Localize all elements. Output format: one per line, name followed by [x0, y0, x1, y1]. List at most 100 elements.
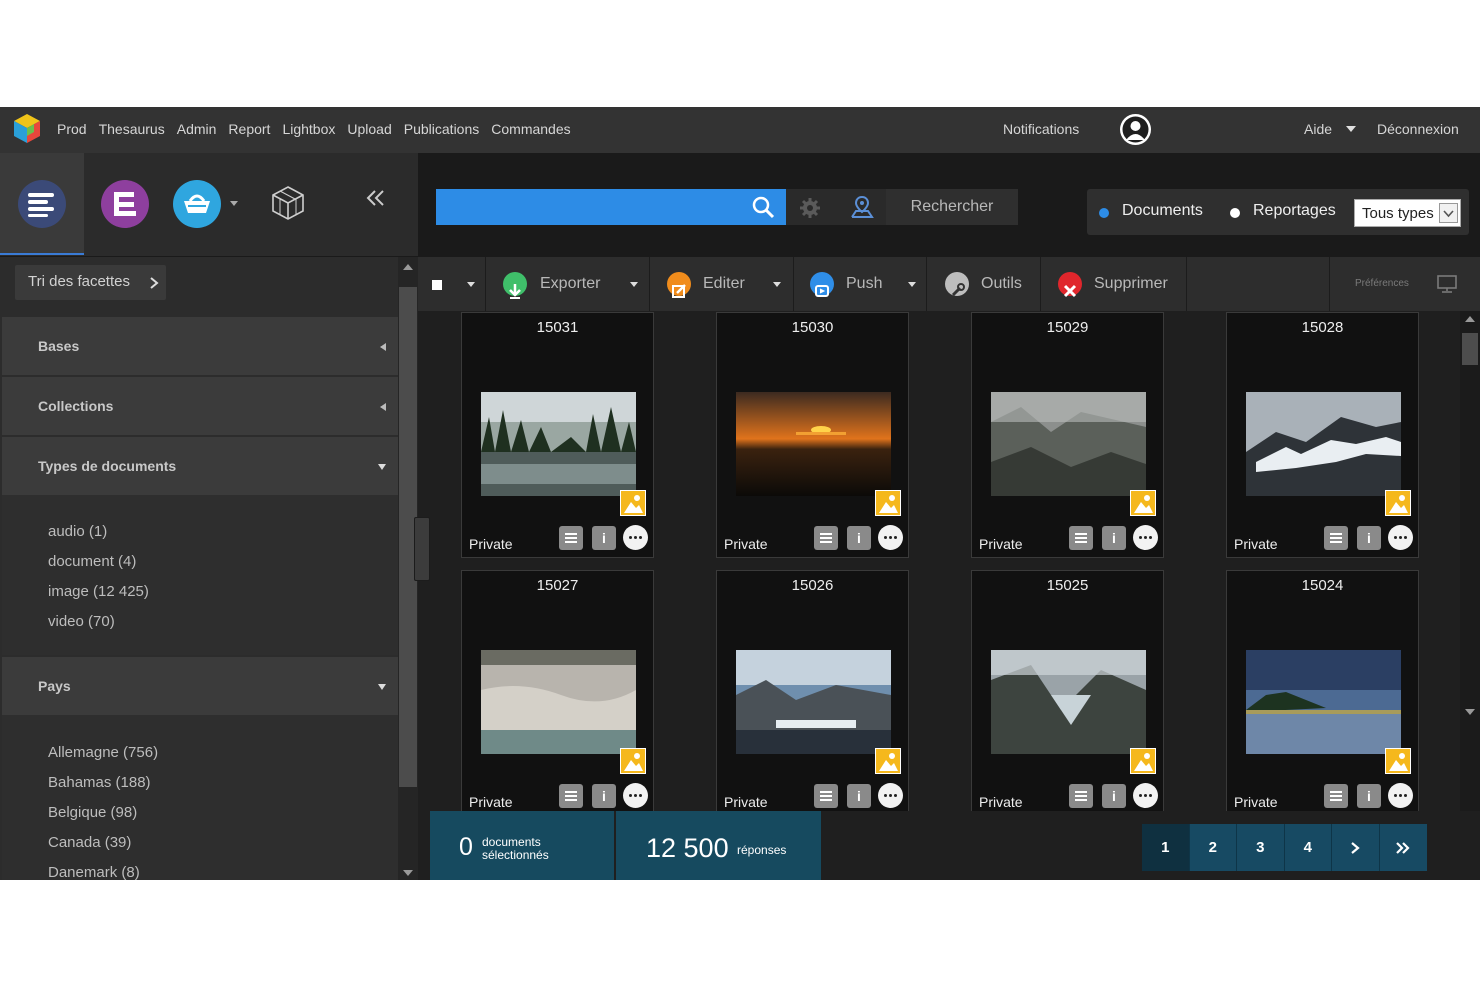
more-icon[interactable] [1388, 783, 1413, 808]
scroll-up-icon[interactable] [403, 264, 413, 270]
info-icon[interactable]: i [1102, 526, 1126, 550]
more-icon[interactable] [623, 783, 648, 808]
search-icon[interactable] [751, 195, 775, 219]
more-icon[interactable] [1388, 525, 1413, 550]
export-button[interactable]: Exporter [501, 257, 649, 311]
tab-tree[interactable] [101, 180, 149, 228]
scroll-up-icon[interactable] [1465, 316, 1475, 322]
tools-button[interactable]: Outils [943, 257, 1040, 311]
chevron-down-icon[interactable] [773, 282, 781, 287]
notifications-link[interactable]: Notifications [1003, 121, 1079, 137]
last-page-button[interactable] [1379, 824, 1427, 871]
nav-upload[interactable]: Upload [347, 121, 391, 137]
help-menu[interactable]: Aide [1304, 121, 1332, 137]
user-avatar[interactable] [1120, 114, 1151, 145]
nav-lightbox[interactable]: Lightbox [282, 121, 335, 137]
facet-value-audio[interactable]: audio (1) [48, 523, 107, 540]
page-2[interactable]: 2 [1189, 824, 1237, 871]
list-icon[interactable] [559, 526, 583, 550]
info-icon[interactable]: i [592, 526, 616, 550]
phraseanet-logo[interactable] [12, 113, 42, 145]
radio-reportages[interactable] [1230, 208, 1240, 218]
facet-bases[interactable]: Bases [2, 317, 398, 375]
logout-link[interactable]: Déconnexion [1377, 121, 1459, 137]
scroll-down-icon[interactable] [1465, 709, 1475, 715]
list-icon[interactable] [559, 784, 583, 808]
record-card[interactable]: 15027 Private i [461, 570, 654, 811]
monitor-icon[interactable] [1437, 275, 1457, 293]
chevron-down-icon[interactable] [908, 282, 916, 287]
list-icon[interactable] [1324, 784, 1348, 808]
radio-documents-label[interactable]: Documents [1122, 202, 1203, 220]
page-1[interactable]: 1 [1142, 824, 1190, 871]
resize-handle[interactable] [414, 517, 430, 581]
list-icon[interactable] [1069, 526, 1093, 550]
facet-collections[interactable]: Collections [2, 377, 398, 435]
chevron-down-icon[interactable] [467, 282, 475, 287]
more-icon[interactable] [623, 525, 648, 550]
chevron-down-icon[interactable] [1439, 203, 1458, 223]
facet-value-canada[interactable]: Canada (39) [48, 834, 131, 851]
radio-documents[interactable] [1099, 208, 1109, 218]
record-card[interactable]: 15029 Private i [971, 312, 1164, 558]
next-page-button[interactable] [1332, 824, 1380, 871]
delete-button[interactable]: Supprimer [1056, 257, 1186, 311]
info-icon[interactable]: i [1102, 784, 1126, 808]
tab-facets[interactable] [18, 180, 66, 228]
page-3[interactable]: 3 [1237, 824, 1285, 871]
nav-commandes[interactable]: Commandes [491, 121, 570, 137]
scroll-down-icon[interactable] [403, 870, 413, 876]
record-card[interactable]: 15028 Private i [1226, 312, 1419, 558]
facet-pays[interactable]: Pays [2, 657, 398, 715]
page-4[interactable]: 4 [1284, 824, 1332, 871]
type-select[interactable]: Tous types [1354, 199, 1461, 227]
chevron-down-icon[interactable] [230, 201, 238, 206]
chevron-down-icon[interactable] [1346, 126, 1356, 132]
results-scrollbar[interactable] [1460, 311, 1480, 811]
facet-value-bahamas[interactable]: Bahamas (188) [48, 774, 151, 791]
record-thumbnail[interactable] [1246, 392, 1401, 496]
scrollbar-thumb[interactable] [1462, 333, 1478, 365]
more-icon[interactable] [1133, 783, 1158, 808]
more-icon[interactable] [878, 783, 903, 808]
nav-thesaurus[interactable]: Thesaurus [99, 121, 165, 137]
push-button[interactable]: Push [808, 257, 926, 311]
info-icon[interactable]: i [847, 526, 871, 550]
record-thumbnail[interactable] [991, 650, 1146, 754]
info-icon[interactable]: i [592, 784, 616, 808]
facet-value-image[interactable]: image (12 425) [48, 583, 149, 600]
record-thumbnail[interactable] [736, 392, 891, 496]
record-card[interactable]: 15030 Private i [716, 312, 909, 558]
record-card[interactable]: 15025 Private i [971, 570, 1164, 811]
facet-value-document[interactable]: document (4) [48, 553, 136, 570]
cube-icon[interactable] [271, 185, 305, 221]
facet-types[interactable]: Types de documents [2, 437, 398, 495]
info-icon[interactable]: i [1357, 526, 1381, 550]
nav-report[interactable]: Report [228, 121, 270, 137]
search-button[interactable]: Rechercher [886, 189, 1018, 225]
facet-value-belgique[interactable]: Belgique (98) [48, 804, 137, 821]
list-icon[interactable] [1324, 526, 1348, 550]
more-icon[interactable] [878, 525, 903, 550]
chevron-down-icon[interactable] [630, 282, 638, 287]
record-card[interactable]: 15024 Private i [1226, 570, 1419, 811]
record-card[interactable]: 15026 Private i [716, 570, 909, 811]
list-icon[interactable] [1069, 784, 1093, 808]
facet-value-allemagne[interactable]: Allemagne (756) [48, 744, 158, 761]
radio-reportages-label[interactable]: Reportages [1253, 202, 1336, 220]
preferences-link[interactable]: Préférences [1355, 257, 1409, 311]
nav-publications[interactable]: Publications [404, 121, 480, 137]
list-icon[interactable] [814, 526, 838, 550]
facet-value-danemark[interactable]: Danemark (8) [48, 864, 140, 880]
info-icon[interactable]: i [1357, 784, 1381, 808]
search-input[interactable] [436, 189, 786, 225]
gear-icon[interactable] [799, 197, 821, 219]
sort-facets-button[interactable]: Tri des facettes [15, 265, 166, 300]
nav-admin[interactable]: Admin [177, 121, 217, 137]
record-thumbnail[interactable] [481, 650, 636, 754]
record-thumbnail[interactable] [736, 650, 891, 754]
tab-basket[interactable] [173, 180, 221, 228]
map-pin-icon[interactable] [850, 195, 874, 219]
double-chevron-left-icon[interactable] [364, 188, 388, 208]
record-thumbnail[interactable] [1246, 650, 1401, 754]
